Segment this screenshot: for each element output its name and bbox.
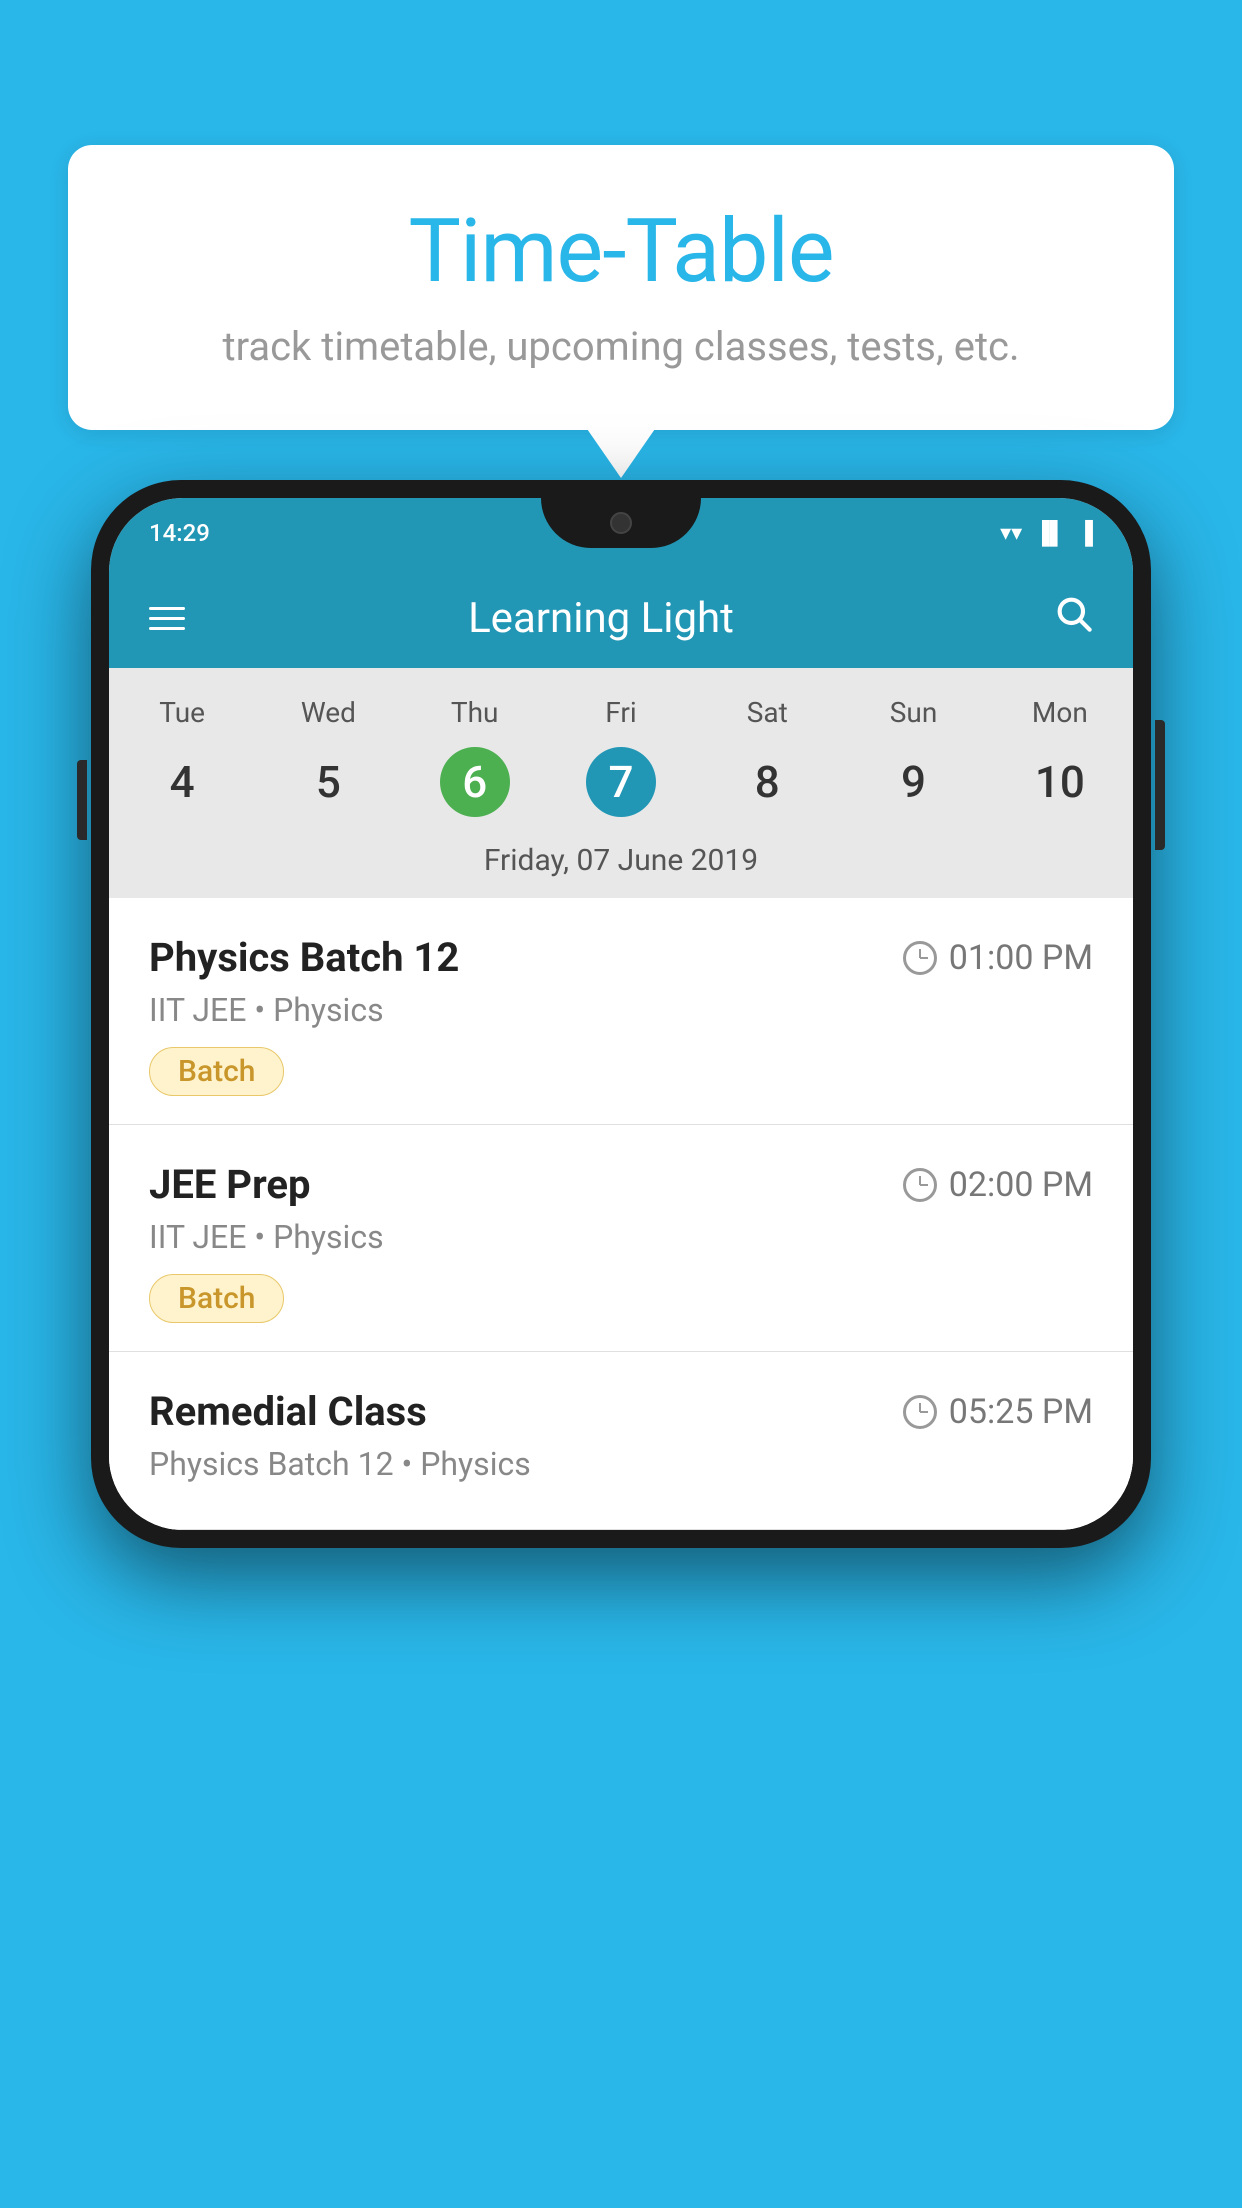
calendar-day-9[interactable]: 9 <box>879 747 949 817</box>
schedule-item-2-time-label: 02:00 PM <box>949 1165 1093 1205</box>
schedule-item-3[interactable]: Remedial Class 05:25 PM Physics Batch 12… <box>109 1352 1133 1530</box>
speech-bubble-subtitle: track timetable, upcoming classes, tests… <box>128 323 1114 370</box>
schedule-item-1-time-label: 01:00 PM <box>949 938 1093 978</box>
calendar-day-4[interactable]: 4 <box>147 747 217 817</box>
day-numbers: 4 5 6 7 8 9 10 <box>109 737 1133 833</box>
calendar-day-7[interactable]: 7 <box>586 747 656 817</box>
day-label-fri: Fri <box>548 688 694 737</box>
day-label-wed: Wed <box>255 688 401 737</box>
phone-outer: 14:29 ▾▾ ▐▌ ▐ Learning Light <box>91 480 1151 1548</box>
camera-dot <box>610 512 632 534</box>
calendar-day-8[interactable]: 8 <box>732 747 802 817</box>
calendar-day-6[interactable]: 6 <box>440 747 510 817</box>
schedule-item-1-badge: Batch <box>149 1047 284 1096</box>
schedule-item-2-header: JEE Prep 02:00 PM <box>149 1161 1093 1208</box>
schedule-item-1-title: Physics Batch 12 <box>149 934 459 981</box>
wifi-icon: ▾▾ <box>1000 521 1022 546</box>
schedule-item-3-title: Remedial Class <box>149 1388 427 1435</box>
day-label-sat: Sat <box>694 688 840 737</box>
day-labels: Tue Wed Thu Fri Sat Sun Mon <box>109 688 1133 737</box>
schedule-item-2-time: 02:00 PM <box>903 1165 1093 1205</box>
schedule-list: Physics Batch 12 01:00 PM IIT JEE • Phys… <box>109 898 1133 1530</box>
status-icons: ▾▾ ▐▌ ▐ <box>1000 520 1093 546</box>
battery-icon: ▐ <box>1077 520 1093 546</box>
menu-button[interactable] <box>149 607 185 630</box>
signal-icon: ▐▌ <box>1034 520 1065 546</box>
app-bar: Learning Light <box>109 568 1133 668</box>
schedule-item-1-time: 01:00 PM <box>903 938 1093 978</box>
calendar-day-5[interactable]: 5 <box>293 747 363 817</box>
app-title: Learning Light <box>185 594 1017 643</box>
schedule-item-2-subtitle: IIT JEE • Physics <box>149 1218 1093 1256</box>
calendar-header: Tue Wed Thu Fri Sat Sun Mon 4 5 6 7 8 9 … <box>109 668 1133 898</box>
schedule-item-3-subtitle: Physics Batch 12 • Physics <box>149 1445 1093 1483</box>
phone-inner: 14:29 ▾▾ ▐▌ ▐ Learning Light <box>109 498 1133 1530</box>
clock-icon-2 <box>903 1168 937 1202</box>
clock-icon-3 <box>903 1395 937 1429</box>
day-label-tue: Tue <box>109 688 255 737</box>
schedule-item-1-header: Physics Batch 12 01:00 PM <box>149 934 1093 981</box>
schedule-item-2-title: JEE Prep <box>149 1161 310 1208</box>
speech-bubble-container: Time-Table track timetable, upcoming cla… <box>68 145 1174 430</box>
search-button[interactable] <box>1053 593 1093 643</box>
schedule-item-3-header: Remedial Class 05:25 PM <box>149 1388 1093 1435</box>
schedule-item-2[interactable]: JEE Prep 02:00 PM IIT JEE • Physics Batc… <box>109 1125 1133 1352</box>
schedule-item-3-time: 05:25 PM <box>903 1392 1093 1432</box>
status-bar: 14:29 ▾▾ ▐▌ ▐ <box>109 498 1133 568</box>
day-label-mon: Mon <box>987 688 1133 737</box>
status-time: 14:29 <box>149 519 210 547</box>
notch-cutout <box>541 498 701 548</box>
calendar-day-10[interactable]: 10 <box>1025 747 1095 817</box>
day-label-sun: Sun <box>840 688 986 737</box>
schedule-item-1[interactable]: Physics Batch 12 01:00 PM IIT JEE • Phys… <box>109 898 1133 1125</box>
schedule-item-2-badge: Batch <box>149 1274 284 1323</box>
day-label-thu: Thu <box>402 688 548 737</box>
speech-bubble-title: Time-Table <box>128 200 1114 303</box>
phone-container: 14:29 ▾▾ ▐▌ ▐ Learning Light <box>91 480 1151 1548</box>
selected-date-label: Friday, 07 June 2019 <box>109 833 1133 898</box>
schedule-item-1-subtitle: IIT JEE • Physics <box>149 991 1093 1029</box>
clock-icon-1 <box>903 941 937 975</box>
schedule-item-3-time-label: 05:25 PM <box>949 1392 1093 1432</box>
speech-bubble: Time-Table track timetable, upcoming cla… <box>68 145 1174 430</box>
